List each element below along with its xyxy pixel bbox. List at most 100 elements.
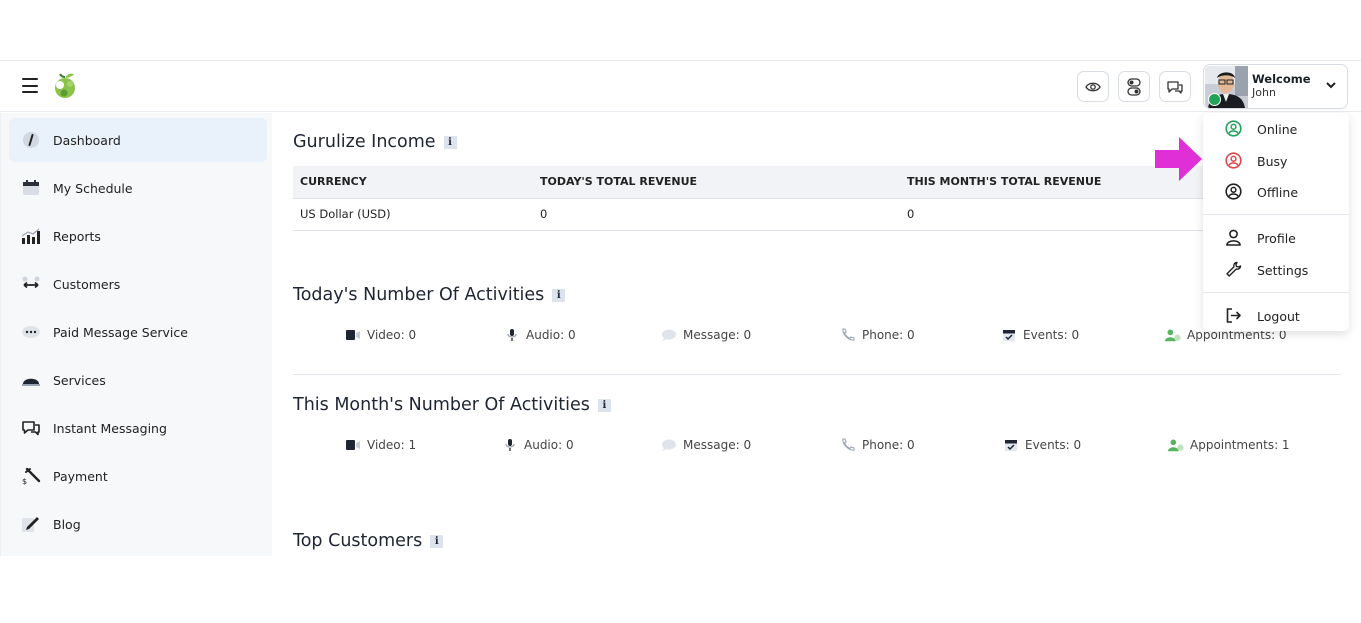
- video-icon: [345, 328, 361, 342]
- activity-label: Video: 0: [367, 328, 417, 342]
- info-icon[interactable]: i: [443, 135, 457, 149]
- activity-message: Message: 0: [661, 328, 751, 342]
- view-button[interactable]: [1077, 71, 1109, 102]
- pointer-arrow-icon: [1155, 137, 1202, 181]
- income-title: Gurulize Income: [293, 132, 436, 152]
- month-section-title: This Month's Number Of Activities i: [293, 395, 611, 415]
- activity-label: Phone: 0: [862, 328, 915, 342]
- status-busy-option[interactable]: Busy: [1203, 146, 1349, 174]
- profile-menu-item[interactable]: Profile: [1203, 223, 1349, 251]
- logo[interactable]: [51, 71, 79, 101]
- sidebar-item-label: Paid Message Service: [53, 324, 188, 340]
- customers-icon: [21, 275, 41, 293]
- info-icon[interactable]: i: [552, 288, 566, 302]
- user-circle-icon: [1225, 120, 1242, 137]
- sidebar-item-dashboard[interactable]: Dashboard: [9, 118, 267, 162]
- activity-label: Audio: 0: [526, 328, 576, 342]
- video-icon: [345, 438, 361, 452]
- sidebar-item-label: Instant Messaging: [53, 420, 167, 436]
- toggle-button[interactable]: [1118, 71, 1150, 102]
- activity-label: Video: 1: [367, 438, 417, 452]
- activity-label: Phone: 0: [862, 438, 915, 452]
- divider: [1203, 292, 1349, 293]
- dashboard-icon: [21, 131, 41, 149]
- sidebar-item-my-schedule[interactable]: My Schedule: [9, 166, 267, 210]
- sidebar-item-services[interactable]: Services: [9, 358, 267, 402]
- customers-title: Top Customers: [293, 531, 423, 551]
- bar-chart-icon: [21, 227, 41, 245]
- chat-icon: [1167, 80, 1183, 94]
- welcome-label: Welcome: [1252, 72, 1311, 86]
- chat-button[interactable]: [1159, 71, 1191, 102]
- settings-menu-item[interactable]: Settings: [1203, 255, 1349, 283]
- logout-menu-item[interactable]: Logout: [1203, 301, 1349, 329]
- sidebar-item-label: Blog: [53, 516, 81, 532]
- payment-icon: $: [21, 467, 41, 485]
- info-icon[interactable]: i: [597, 398, 611, 412]
- menu-icon[interactable]: [22, 78, 38, 93]
- activity-label: Message: 0: [683, 438, 752, 452]
- eye-icon: [1085, 82, 1101, 91]
- sidebar-item-paid-message-service[interactable]: Paid Message Service: [9, 310, 267, 354]
- blog-edit-icon: [21, 515, 41, 533]
- chevron-down-icon: [1326, 82, 1336, 89]
- sidebar-item-label: Reports: [53, 228, 101, 244]
- toggle-icon: [1127, 77, 1141, 96]
- menu-label: Settings: [1257, 263, 1309, 278]
- sidebar-item-customers[interactable]: Customers: [9, 262, 267, 306]
- activity-phone: Phone: 0: [840, 328, 915, 342]
- today-activities: Video: 0 Audio: 0 Message: 0 Phone: 0 Ev…: [272, 328, 1361, 348]
- page-bottom: [0, 556, 1361, 623]
- wrench-icon: [1226, 261, 1242, 277]
- activity-video: Video: 0: [345, 328, 416, 342]
- status-label: Busy: [1257, 154, 1288, 169]
- activity-audio: Audio: 0: [504, 328, 576, 342]
- table-cell: 0: [533, 198, 900, 231]
- status-label: Online: [1257, 122, 1298, 137]
- activity-appointments: Appointments: 1: [1168, 438, 1290, 452]
- info-icon[interactable]: i: [430, 534, 444, 548]
- today-section-title: Today's Number Of Activities i: [293, 285, 566, 305]
- table-row: US Dollar (USD) 0 0: [293, 198, 1343, 231]
- activity-label: Events: 0: [1025, 438, 1082, 452]
- microphone-icon: [502, 438, 518, 452]
- svg-text:$: $: [22, 477, 27, 485]
- user-circle-icon: [1225, 152, 1242, 169]
- chat-icon: [21, 419, 41, 437]
- today-title: Today's Number Of Activities: [293, 285, 545, 305]
- column-header: CURRENCY: [293, 166, 533, 199]
- divider: [293, 374, 1341, 375]
- appointment-user-icon: [1168, 438, 1184, 452]
- status-dot: [1208, 93, 1221, 106]
- sidebar-item-label: Customers: [53, 276, 121, 292]
- sidebar-item-payment[interactable]: $ Payment: [9, 454, 267, 498]
- income-section-title: Gurulize Income i: [293, 132, 457, 152]
- message-icon: [661, 438, 677, 452]
- status-online-option[interactable]: Online: [1203, 114, 1349, 142]
- phone-icon: [840, 328, 856, 342]
- sidebar: Dashboard My Schedule Reports Customers …: [0, 113, 272, 556]
- user-name: John: [1252, 86, 1276, 99]
- sidebar-item-reports[interactable]: Reports: [9, 214, 267, 258]
- message-icon: [661, 328, 677, 342]
- activity-message: Message: 0: [661, 438, 751, 452]
- sidebar-item-instant-messaging[interactable]: Instant Messaging: [9, 406, 267, 450]
- divider: [1203, 214, 1349, 215]
- menu-label: Profile: [1257, 231, 1296, 246]
- activity-phone: Phone: 0: [840, 438, 915, 452]
- calendar-icon: [21, 179, 41, 197]
- activity-events: Events: 0: [1001, 328, 1079, 342]
- phone-icon: [840, 438, 856, 452]
- user-menu-button[interactable]: Welcome John: [1203, 64, 1348, 109]
- sidebar-item-label: Dashboard: [53, 132, 121, 148]
- month-activities: Video: 1 Audio: 0 Message: 0 Phone: 0 Ev…: [272, 438, 1361, 458]
- status-offline-option[interactable]: Offline: [1203, 177, 1349, 205]
- sidebar-item-label: Services: [53, 372, 106, 388]
- microphone-icon: [504, 328, 520, 342]
- menu-label: Logout: [1257, 309, 1300, 324]
- sidebar-item-blog[interactable]: Blog: [9, 502, 267, 546]
- user-circle-icon: [1225, 183, 1242, 200]
- user-icon: [1226, 229, 1241, 246]
- calendar-check-icon: [1003, 438, 1019, 452]
- table-cell: US Dollar (USD): [293, 198, 533, 231]
